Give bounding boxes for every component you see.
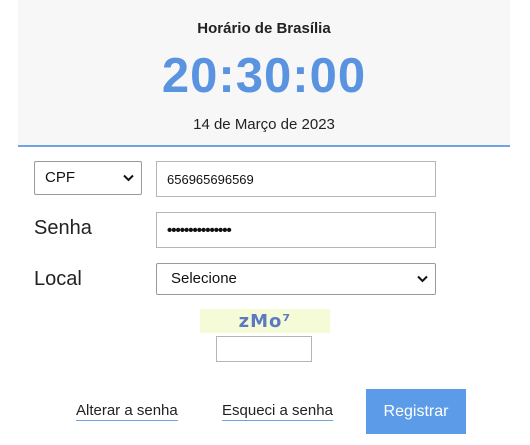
chevron-down-icon [415, 264, 429, 294]
password-value: ••••••••••••••• [167, 221, 232, 239]
local-label: Local [34, 268, 82, 290]
clock-panel: Horário de Brasília 20:30:00 14 de Março… [18, 0, 510, 147]
local-select[interactable]: Selecione [156, 263, 436, 295]
id-type-select[interactable]: CPF [34, 161, 142, 195]
id-number-value: 656965696569 [167, 171, 254, 187]
local-selected: Selecione [171, 270, 237, 287]
id-type-selected: CPF [45, 169, 75, 186]
id-number-input[interactable]: 656965696569 [156, 161, 436, 197]
captcha-image: zMo⁷ [200, 309, 330, 333]
forgot-password-link[interactable]: Esqueci a senha [222, 402, 333, 421]
change-password-link[interactable]: Alterar a senha [76, 402, 178, 421]
clock-time: 20:30:00 [161, 49, 367, 103]
password-label: Senha [34, 217, 92, 239]
clock-title: Horário de Brasília [197, 20, 331, 37]
clock-date: 14 de Março de 2023 [193, 116, 335, 133]
password-input[interactable]: ••••••••••••••• [156, 212, 436, 248]
captcha-text: zMo⁷ [238, 310, 292, 332]
chevron-down-icon [121, 162, 135, 194]
register-button[interactable]: Registrar [366, 389, 466, 434]
captcha-input[interactable] [216, 336, 312, 362]
